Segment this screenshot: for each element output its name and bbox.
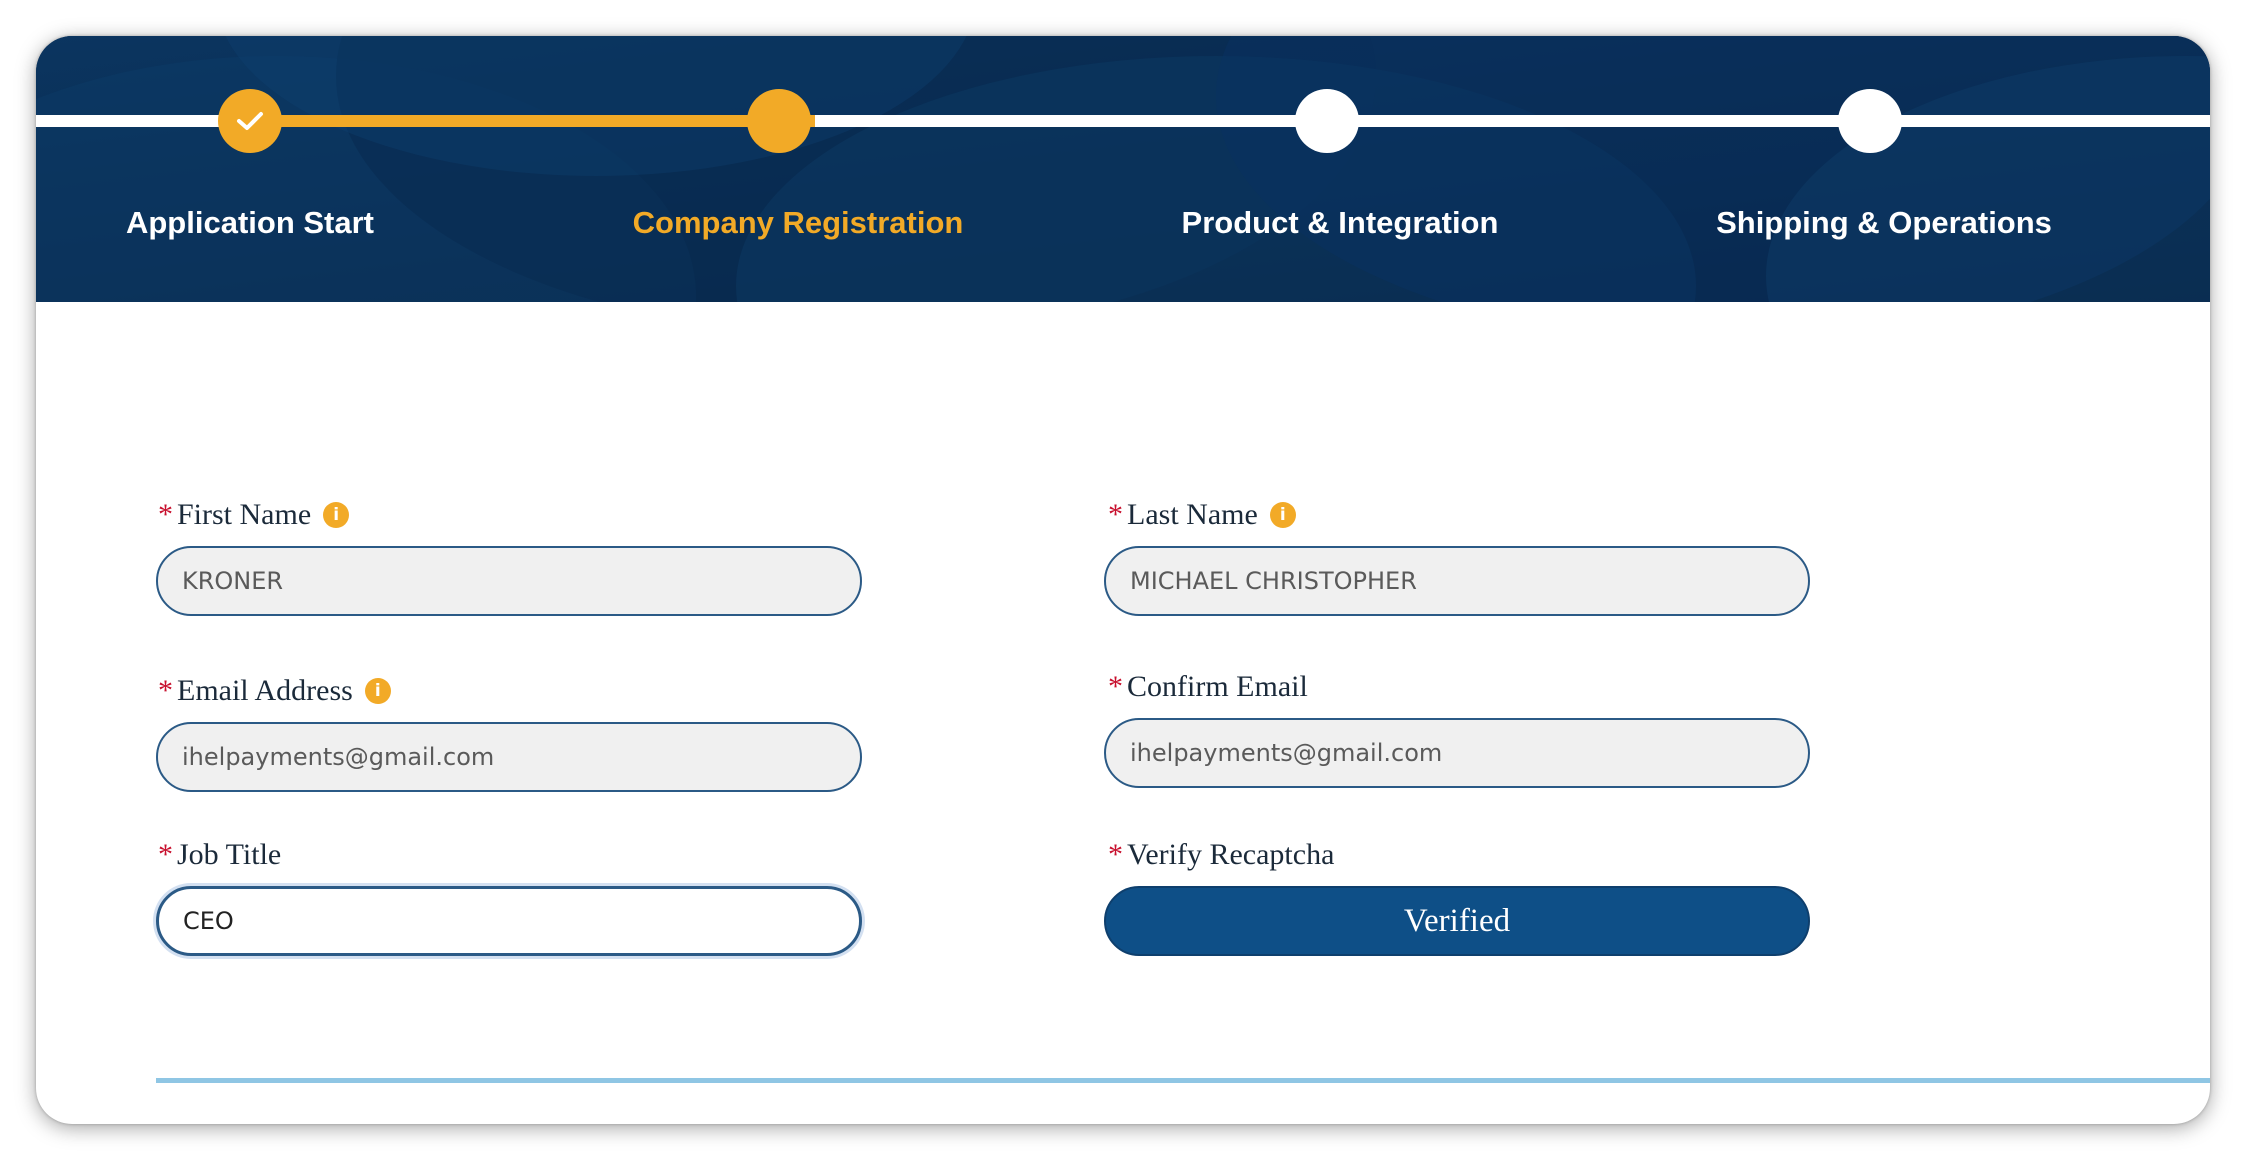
banner-background [36, 36, 2210, 302]
email-input[interactable] [156, 722, 862, 792]
step-1-complete-icon[interactable] [218, 89, 282, 153]
step-label-product-integration[interactable]: Product & Integration [1130, 205, 1550, 241]
step-label-shipping-operations[interactable]: Shipping & Operations [1674, 205, 2094, 241]
info-icon[interactable]: i [323, 502, 350, 528]
job-title-label-text: Job Title [177, 838, 282, 871]
last-name-label-text: Last Name [1127, 498, 1258, 531]
recaptcha-label: * Verify Recaptcha [1108, 838, 1334, 872]
confirm-email-input[interactable] [1104, 718, 1810, 788]
progress-fill [250, 115, 815, 127]
required-mark: * [158, 838, 173, 871]
job-title-input[interactable] [156, 886, 862, 956]
step-4-pending-dot[interactable] [1838, 89, 1902, 153]
email-label-text: Email Address [177, 674, 353, 707]
last-name-label: * Last Name i [1108, 498, 1296, 532]
checkmark-icon [237, 112, 263, 130]
last-name-input[interactable] [1104, 546, 1810, 616]
confirm-email-label-text: Confirm Email [1127, 670, 1308, 703]
recaptcha-label-text: Verify Recaptcha [1127, 838, 1335, 871]
section-divider [156, 1078, 2210, 1083]
required-mark: * [158, 674, 173, 707]
progress-banner: Application Start Company Registration P… [36, 36, 2210, 302]
required-mark: * [158, 498, 173, 531]
required-mark: * [1108, 670, 1123, 703]
step-label-company-registration[interactable]: Company Registration [588, 205, 1008, 241]
confirm-email-label: * Confirm Email [1108, 670, 1308, 704]
first-name-label-text: First Name [177, 498, 312, 531]
required-mark: * [1108, 838, 1123, 871]
application-card: Application Start Company Registration P… [36, 36, 2210, 1124]
recaptcha-verified-button[interactable]: Verified [1104, 886, 1810, 956]
first-name-input[interactable] [156, 546, 862, 616]
step-2-active-dot[interactable] [747, 89, 811, 153]
first-name-label: * First Name i [158, 498, 350, 532]
step-label-application-start[interactable]: Application Start [40, 205, 460, 241]
job-title-label: * Job Title [158, 838, 281, 872]
required-mark: * [1108, 498, 1123, 531]
email-label: * Email Address i [158, 674, 391, 708]
step-3-pending-dot[interactable] [1295, 89, 1359, 153]
info-icon[interactable]: i [1269, 502, 1296, 528]
info-icon[interactable]: i [364, 678, 391, 704]
